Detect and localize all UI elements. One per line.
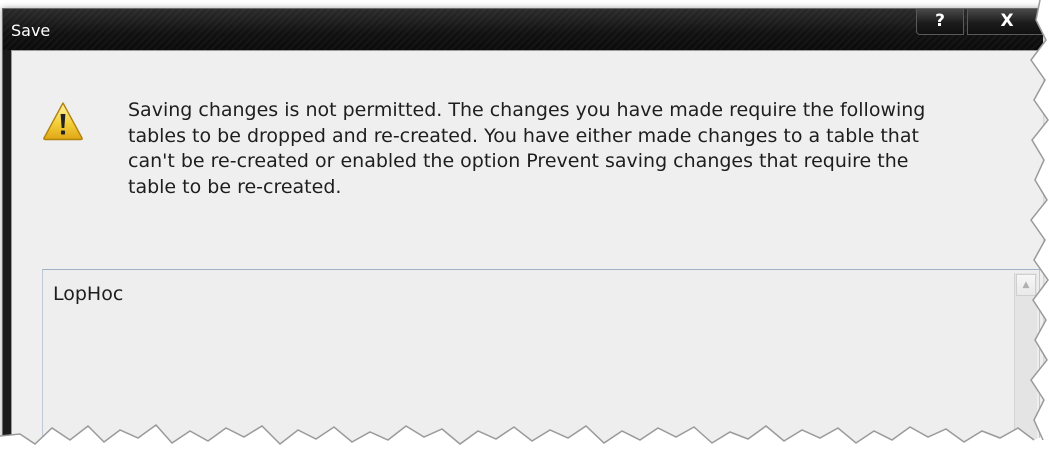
title-bar[interactable]: Save ? X <box>3 9 1043 50</box>
save-dialog: Save ? X Saving changes is not permitted… <box>2 8 1043 449</box>
vertical-scrollbar[interactable]: ▲ <box>1014 273 1037 449</box>
close-button[interactable]: X <box>967 9 1043 35</box>
dialog-body: Saving changes is not permitted. The cha… <box>11 50 1043 449</box>
tables-listbox[interactable]: LopHoc ▲ <box>42 269 1040 449</box>
error-message: Saving changes is not permitted. The cha… <box>128 99 926 198</box>
screenshot-frame: Save ? X Saving changes is not permitted… <box>0 0 1049 452</box>
table-list-item[interactable]: LopHoc <box>53 282 123 306</box>
dialog-title: Save <box>11 21 51 40</box>
scroll-up-arrow-icon[interactable]: ▲ <box>1016 274 1036 296</box>
help-button[interactable]: ? <box>916 9 964 35</box>
warning-icon <box>43 102 83 141</box>
